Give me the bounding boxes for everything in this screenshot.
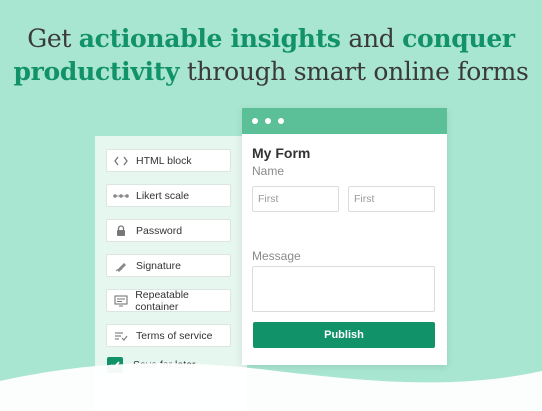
code-icon <box>113 154 129 168</box>
field-item-label: Terms of service <box>136 329 213 342</box>
message-label: Message <box>252 249 301 263</box>
field-item-likert-scale[interactable]: Likert scale <box>106 184 231 207</box>
field-item-label: Password <box>136 224 183 237</box>
field-item-label: Likert scale <box>136 189 190 202</box>
window-dot-icon <box>278 118 284 124</box>
headline-accent: actionable insights <box>78 24 341 53</box>
form-window-header <box>242 108 447 134</box>
pen-icon <box>113 259 129 273</box>
field-item-password[interactable]: Password <box>106 219 231 242</box>
field-item-label: HTML block <box>136 154 192 167</box>
first-name-placeholder: First <box>258 193 279 205</box>
form-preview-card: My Form Name First First Message Publish <box>242 108 447 365</box>
headline-text: through smart online forms <box>179 57 529 86</box>
headline-line-2: productivity through smart online forms <box>0 55 542 88</box>
message-textarea[interactable] <box>252 266 435 312</box>
field-item-signature[interactable]: Signature <box>106 254 231 277</box>
second-name-placeholder: First <box>354 193 375 205</box>
headline-text: Get <box>27 24 79 53</box>
field-item-repeatable-container[interactable]: Repeatable container <box>106 288 231 313</box>
second-name-input[interactable]: First <box>348 186 435 212</box>
lock-icon <box>113 224 129 238</box>
headline-accent: conquer <box>402 24 515 53</box>
window-dot-icon <box>265 118 271 124</box>
first-name-input[interactable]: First <box>252 186 339 212</box>
bottom-wave-decoration <box>0 363 542 411</box>
window-dot-icon <box>252 118 258 124</box>
field-item-label: Signature <box>136 259 181 272</box>
headline-line-1: Get actionable insights and conquer <box>0 22 542 55</box>
form-title: My Form <box>252 145 311 161</box>
headline-text: and <box>340 24 403 53</box>
field-item-html-block[interactable]: HTML block <box>106 149 231 172</box>
field-item-label: Repeatable container <box>135 288 189 313</box>
likert-scale-icon <box>113 189 129 203</box>
headline-accent: productivity <box>13 57 180 86</box>
headline: Get actionable insights and conquer prod… <box>0 22 542 88</box>
repeat-container-icon <box>113 294 128 308</box>
name-label: Name <box>252 164 285 178</box>
